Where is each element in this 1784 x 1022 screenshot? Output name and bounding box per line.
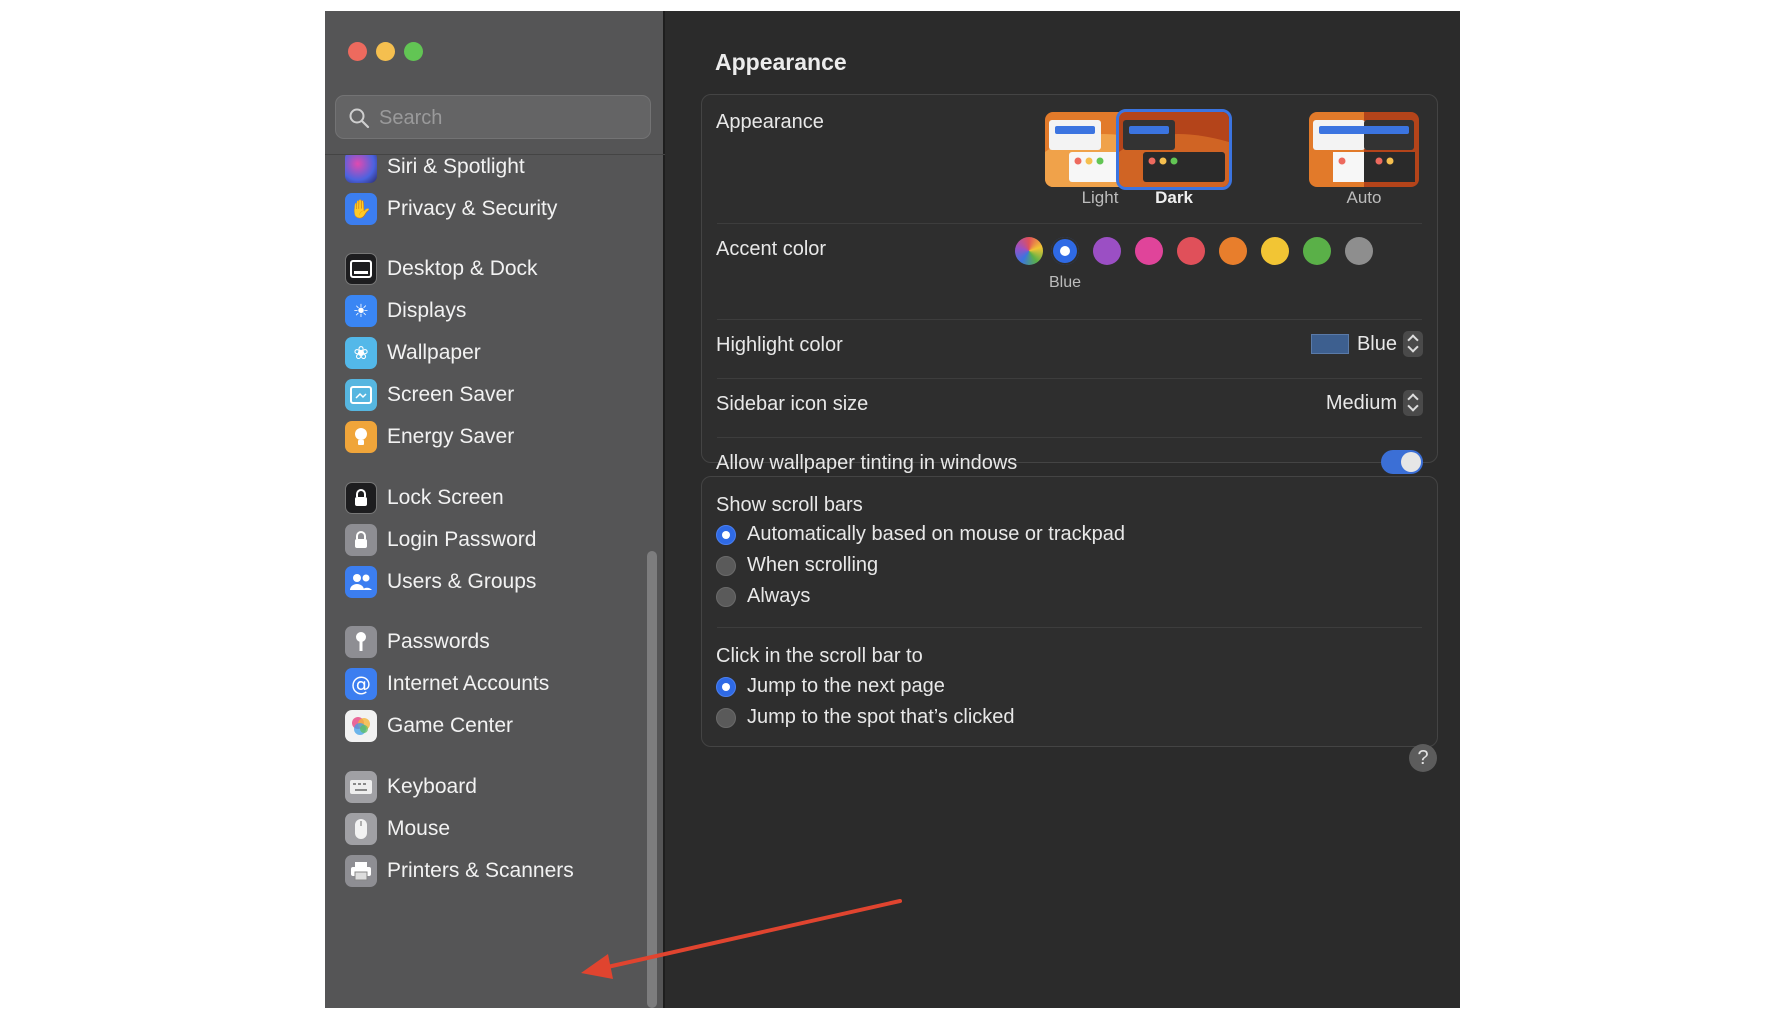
system-settings-window: Search Siri & Spotlight ✋ Privacy & Secu… [325, 11, 1460, 1008]
annotation-arrow [581, 899, 902, 979]
